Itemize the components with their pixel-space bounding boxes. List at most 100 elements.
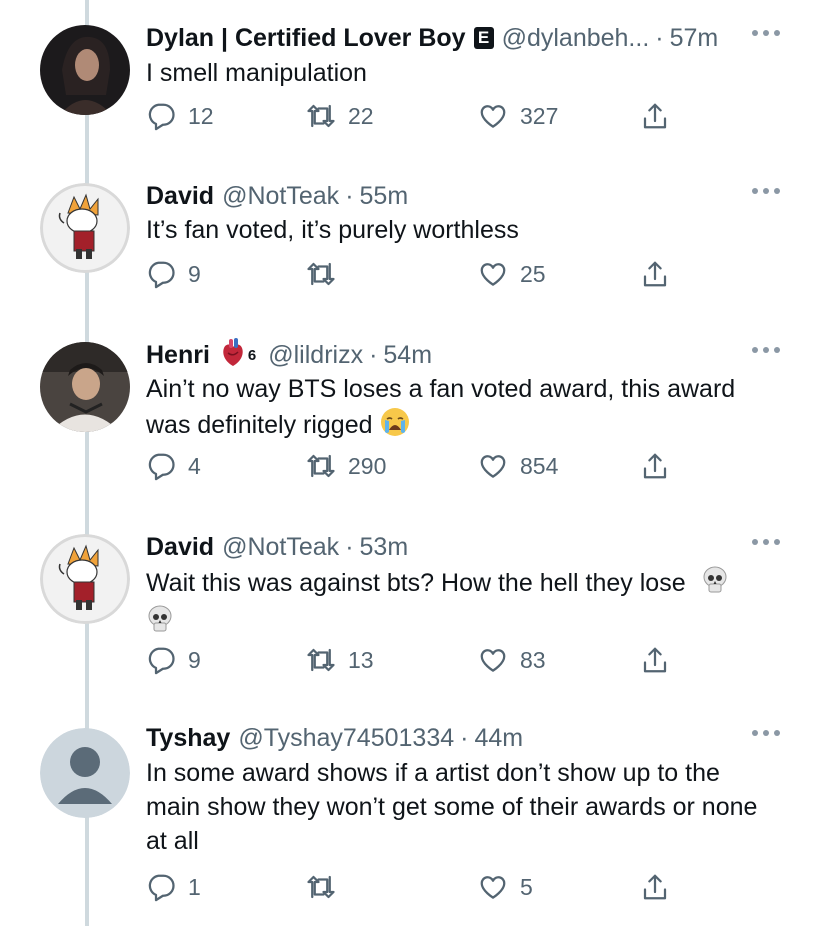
like-count: 25 xyxy=(520,260,546,287)
share-button[interactable] xyxy=(640,451,670,481)
display-name[interactable]: David xyxy=(146,182,214,211)
share-button[interactable] xyxy=(640,259,670,289)
avatar[interactable] xyxy=(40,183,130,273)
reply-icon xyxy=(148,261,175,289)
retweet-button[interactable] xyxy=(306,259,348,289)
action-bar: 9 25 xyxy=(146,259,786,295)
avatar[interactable] xyxy=(40,25,130,115)
retweet-count: 290 xyxy=(348,452,387,479)
timestamp[interactable]: 57m xyxy=(670,24,719,53)
avatar[interactable] xyxy=(40,728,130,818)
like-icon xyxy=(480,876,506,899)
display-name[interactable]: David xyxy=(146,533,214,562)
like-count: 327 xyxy=(520,102,559,129)
reply-icon xyxy=(148,453,175,481)
tweet-text-line-wrap: was definitely rigged xyxy=(146,406,806,447)
skull-emoji xyxy=(701,565,729,604)
timestamp[interactable]: 53m xyxy=(360,533,409,562)
retweet-count: 22 xyxy=(348,102,374,129)
like-count: 5 xyxy=(520,873,533,900)
more-icon[interactable] xyxy=(752,347,780,353)
reply-button[interactable]: 12 xyxy=(146,101,214,131)
share-icon xyxy=(643,453,667,479)
more-icon[interactable] xyxy=(752,730,780,736)
tweet-text: I smell manipulation xyxy=(146,56,806,90)
more-icon[interactable] xyxy=(752,539,780,545)
action-bar: 1 5 xyxy=(146,872,786,908)
share-button[interactable] xyxy=(640,645,670,675)
reply-count: 9 xyxy=(188,260,201,287)
tweet-header: Tyshay @Tyshay74501334 · 44m xyxy=(146,722,523,754)
more-icon[interactable] xyxy=(752,188,780,194)
like-button[interactable]: 327 xyxy=(478,101,558,131)
timestamp[interactable]: 54m xyxy=(383,341,432,370)
separator-dot: · xyxy=(460,723,469,752)
share-button[interactable] xyxy=(640,101,670,131)
tweet-text-line: was definitely rigged xyxy=(146,411,373,440)
like-count: 854 xyxy=(520,452,559,479)
avatar[interactable] xyxy=(40,534,130,624)
tweet-header: David @NotTeak · 55m xyxy=(146,180,408,212)
action-bar: 12 22 327 xyxy=(146,101,786,137)
retweet-button[interactable]: 22 xyxy=(306,101,374,131)
tweet-header: Dylan | Certified Lover Boy E @dylanbeh.… xyxy=(146,22,718,54)
timestamp[interactable]: 44m xyxy=(474,724,523,753)
handle[interactable]: @Tyshay74501334 xyxy=(238,724,454,753)
verified-badge: E xyxy=(473,27,494,49)
tweet-text-line: It’s fan voted, it’s purely worthless xyxy=(146,216,519,244)
reply-count: 1 xyxy=(188,873,201,900)
handle[interactable]: @dylanbeh... xyxy=(502,24,650,53)
like-button[interactable]: 854 xyxy=(478,451,558,481)
like-button[interactable]: 5 xyxy=(478,872,533,902)
avatar[interactable] xyxy=(40,342,130,432)
tweet-text-line: main show they won’t get some of their a… xyxy=(146,793,758,821)
handle[interactable]: @NotTeak xyxy=(222,533,339,562)
skull-emoji xyxy=(146,604,174,643)
tweet-text-line: In some award shows if a artist don’t sh… xyxy=(146,759,720,787)
reply-button[interactable]: 1 xyxy=(146,872,201,902)
share-icon xyxy=(643,647,667,673)
reply-icon xyxy=(148,647,175,675)
tweet-header: David @NotTeak · 53m xyxy=(146,531,408,563)
crying-emoji xyxy=(379,406,411,447)
display-name[interactable]: Dylan | Certified Lover Boy xyxy=(146,24,466,53)
separator-dot: · xyxy=(345,532,354,561)
retweet-button[interactable] xyxy=(306,872,348,902)
reply-icon xyxy=(148,103,175,131)
timestamp[interactable]: 55m xyxy=(360,182,409,211)
share-icon xyxy=(643,874,667,900)
separator-dot: · xyxy=(345,181,354,210)
retweet-button[interactable]: 13 xyxy=(306,645,374,675)
retweet-icon xyxy=(307,104,335,128)
like-button[interactable]: 83 xyxy=(478,645,546,675)
reply-button[interactable]: 9 xyxy=(146,259,201,289)
retweet-button[interactable]: 290 xyxy=(306,451,386,481)
tweet-text-line: Wait this was against bts? How the hell … xyxy=(146,569,686,598)
tweet-text-line: Ain’t no way BTS loses a fan voted award… xyxy=(146,375,736,403)
display-name[interactable]: Henri xyxy=(146,341,210,370)
action-bar: 4 290 854 xyxy=(146,451,786,487)
tweet-text-line-wrap: Wait this was against bts? How the hell … xyxy=(146,565,806,604)
retweet-icon xyxy=(307,648,335,672)
share-icon xyxy=(643,261,667,287)
tweet-text-line: at all xyxy=(146,827,199,855)
handle[interactable]: @lildrizx xyxy=(268,341,363,370)
display-name[interactable]: Tyshay xyxy=(146,724,230,753)
like-icon xyxy=(480,455,506,478)
tweet-text-line-wrap xyxy=(146,604,806,643)
like-count: 83 xyxy=(520,646,546,673)
retweet-icon xyxy=(307,262,335,286)
separator-dot: · xyxy=(369,340,378,369)
tweet-text: Ain’t no way BTS loses a fan voted award… xyxy=(146,372,806,447)
share-button[interactable] xyxy=(640,872,670,902)
tweet-text: It’s fan voted, it’s purely worthless xyxy=(146,213,806,247)
like-icon xyxy=(480,649,506,672)
tweet-text: Wait this was against bts? How the hell … xyxy=(146,565,806,643)
handle[interactable]: @NotTeak xyxy=(222,182,339,211)
more-icon[interactable] xyxy=(752,30,780,36)
like-button[interactable]: 25 xyxy=(478,259,546,289)
superscript-number: 6 xyxy=(247,346,257,364)
reply-count: 12 xyxy=(188,102,214,129)
reply-button[interactable]: 9 xyxy=(146,645,201,675)
reply-button[interactable]: 4 xyxy=(146,451,201,481)
